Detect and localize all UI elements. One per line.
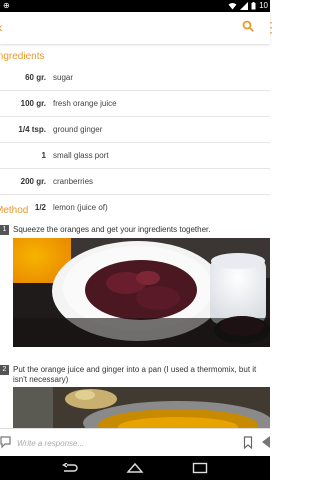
response-composer: Write a response...: [0, 428, 270, 457]
ingredient-qty: 200 gr.: [20, 177, 46, 186]
ingredient-name: lemon (juice of): [53, 203, 108, 212]
app-bar: ‹ ⋮: [0, 12, 278, 44]
ingredient-row: 100 gr. fresh orange juice: [0, 90, 270, 117]
signal-icon: [240, 1, 249, 10]
ingredient-qty: 60 gr.: [25, 73, 46, 82]
status-bar: ⊕ 10: [0, 0, 270, 12]
ingredient-row: 200 gr. cranberries: [0, 168, 270, 195]
back-icon[interactable]: ‹: [0, 19, 3, 35]
step-2-photo-image: [13, 387, 270, 428]
step-text: Put the orange juice and ginger into a p…: [13, 365, 256, 385]
comment-icon[interactable]: [0, 435, 12, 449]
ingredients-heading: Ingredients: [0, 51, 45, 62]
ingredient-qty: 1: [41, 151, 46, 160]
step-2-photo: [13, 387, 270, 428]
search-icon[interactable]: [242, 20, 254, 32]
ingredient-name: cranberries: [53, 177, 94, 186]
step-text-line: Put the orange juice and ginger into a p…: [13, 365, 257, 374]
nav-home-icon[interactable]: [126, 462, 144, 474]
step-number: 2: [0, 365, 9, 375]
wifi-icon: [228, 2, 237, 9]
nav-back-icon[interactable]: [62, 463, 80, 473]
ingredient-qty: 1/2: [34, 203, 46, 212]
ingredient-qty: 100 gr.: [20, 99, 46, 108]
ingredient-row: 1/4 tsp. ground ginger: [0, 116, 270, 143]
ingredient-row: 1 small glass port: [0, 142, 270, 169]
step-1-photo: [13, 238, 270, 347]
ingredient-name: sugar: [53, 73, 74, 82]
more-icon[interactable]: ⋮: [264, 20, 278, 34]
clock: 10: [259, 1, 268, 10]
bookmark-icon[interactable]: [243, 436, 253, 449]
share-icon[interactable]: [262, 435, 270, 449]
ingredient-name: small glass port: [53, 151, 109, 160]
nav-recents-icon[interactable]: [192, 462, 208, 474]
step-text: Squeeze the oranges and get your ingredi…: [13, 225, 211, 234]
ingredient-name: ground ginger: [53, 125, 103, 134]
ingredient-row: 60 gr. sugar: [0, 64, 270, 91]
ingredient-name: fresh orange juice: [53, 99, 117, 108]
step-1-photo-image: [13, 238, 270, 347]
battery-icon: [251, 1, 256, 9]
ingredient-qty: 1/4 tsp.: [18, 125, 46, 134]
method-heading: Method: [0, 205, 29, 216]
system-nav-bar: [0, 456, 270, 480]
notification-icon: ⊕: [3, 1, 10, 10]
ingredient-row: 1/2 lemon (juice of): [0, 194, 270, 220]
response-input[interactable]: Write a response...: [17, 439, 84, 448]
step-text-line: isn't necessary): [13, 375, 69, 384]
step-number: 1: [0, 225, 9, 235]
